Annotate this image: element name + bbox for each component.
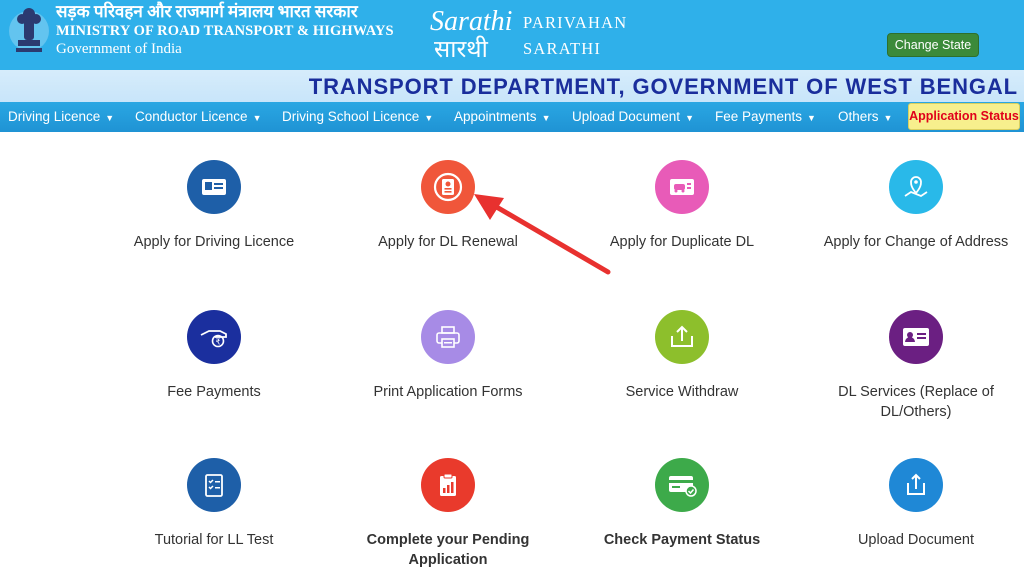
renewal-icon bbox=[433, 172, 463, 202]
tile-icon-circle bbox=[655, 160, 709, 214]
national-emblem-icon bbox=[9, 8, 49, 52]
share-upload-icon bbox=[907, 473, 925, 495]
ministry-english: MINISTRY OF ROAD TRANSPORT & HIGHWAYS bbox=[56, 23, 394, 39]
nav-upload-document[interactable]: Upload Document ▼ bbox=[572, 102, 694, 132]
profile-card-icon bbox=[903, 328, 929, 346]
tile-label: Apply for Change of Address bbox=[823, 234, 1009, 250]
tile-icon-circle bbox=[421, 310, 475, 364]
caret-down-icon: ▼ bbox=[685, 113, 694, 123]
logo-text: Sarathi bbox=[430, 6, 512, 37]
sarathi-logo: Sarathi सारथी bbox=[430, 6, 512, 63]
tile-dl-services[interactable]: DL Services (Replace of DL/Others) bbox=[806, 310, 1024, 422]
tile-label: Service Withdraw bbox=[625, 384, 739, 400]
checklist-icon bbox=[205, 474, 223, 497]
tile-icon-circle bbox=[421, 160, 475, 214]
ministry-hindi: सड़क परिवहन और राजमार्ग मंत्रालय भारत सर… bbox=[56, 2, 358, 21]
caret-down-icon: ▼ bbox=[807, 113, 816, 123]
tile-upload-document[interactable]: Upload Document bbox=[806, 458, 1024, 550]
government-of-india: Government of India bbox=[56, 41, 182, 57]
nav-fee-payments[interactable]: Fee Payments ▼ bbox=[715, 102, 816, 132]
location-icon bbox=[904, 176, 928, 198]
upload-tray-icon bbox=[671, 325, 693, 347]
payment-card-icon bbox=[669, 476, 697, 497]
brand-line2: SARATHI bbox=[523, 39, 602, 58]
tile-icon-circle bbox=[187, 458, 241, 512]
duplicate-dl-icon bbox=[670, 179, 694, 195]
caret-down-icon: ▼ bbox=[252, 113, 262, 123]
nav-label: Fee Payments bbox=[715, 109, 803, 124]
nav-conductor-licence[interactable]: Conductor Licence ▼ bbox=[135, 102, 262, 132]
nav-others[interactable]: Others ▼ bbox=[838, 102, 892, 132]
tile-icon-circle bbox=[655, 310, 709, 364]
tile-icon-circle bbox=[421, 458, 475, 512]
nav-label: Driving School Licence bbox=[282, 109, 420, 124]
application-status-button[interactable]: Application Status bbox=[908, 103, 1020, 130]
tile-icon-circle bbox=[889, 310, 943, 364]
tile-icon-circle: ₹ bbox=[187, 310, 241, 364]
tile-apply-driving-licence[interactable]: Apply for Driving Licence bbox=[104, 160, 324, 252]
tile-label: Apply for Driving Licence bbox=[133, 234, 295, 250]
caret-down-icon: ▼ bbox=[883, 113, 893, 123]
ministry-block: सड़क परिवहन और राजमार्ग मंत्रालय भारत सर… bbox=[56, 3, 394, 58]
tile-label: DL Services (Replace of DL/Others) bbox=[838, 384, 994, 420]
tile-label: Check Payment Status bbox=[603, 532, 761, 548]
tile-icon-circle bbox=[889, 458, 943, 512]
tile-label: Print Application Forms bbox=[373, 384, 523, 400]
tile-label: Tutorial for LL Test bbox=[154, 532, 274, 548]
caret-down-icon: ▼ bbox=[424, 113, 434, 123]
nav-label: Upload Document bbox=[572, 109, 681, 124]
tile-print-application-forms[interactable]: Print Application Forms bbox=[338, 310, 558, 402]
nav-driving-school-licence[interactable]: Driving School Licence ▼ bbox=[282, 102, 433, 132]
tile-label: Upload Document bbox=[857, 532, 975, 548]
printer-icon bbox=[436, 326, 460, 348]
caret-down-icon: ▼ bbox=[105, 113, 115, 123]
tile-service-withdraw[interactable]: Service Withdraw bbox=[572, 310, 792, 402]
id-card-icon bbox=[202, 179, 226, 195]
tile-label: Fee Payments bbox=[167, 384, 261, 400]
department-title: TRANSPORT DEPARTMENT, GOVERNMENT OF WEST… bbox=[308, 74, 1018, 99]
tile-tutorial-ll-test[interactable]: Tutorial for LL Test bbox=[104, 458, 324, 550]
brand-line1: PARIVAHAN bbox=[523, 13, 628, 32]
clipboard-chart-icon bbox=[440, 473, 456, 496]
payment-hand-icon: ₹ bbox=[200, 330, 227, 348]
tile-fee-payments[interactable]: ₹ Fee Payments bbox=[104, 310, 324, 402]
svg-text:₹: ₹ bbox=[215, 338, 220, 347]
tile-check-payment-status[interactable]: Check Payment Status bbox=[572, 458, 792, 550]
nav-label: Appointments bbox=[454, 109, 537, 124]
annotation-arrow-icon bbox=[474, 194, 611, 275]
nav-appointments[interactable]: Appointments ▼ bbox=[454, 102, 550, 132]
tile-icon-circle bbox=[655, 458, 709, 512]
nav-label: Others bbox=[838, 109, 879, 124]
brand-name: PARIVAHAN SARATHI bbox=[523, 10, 627, 62]
nav-label: Conductor Licence bbox=[135, 109, 248, 124]
logo-text-hindi: सारथी bbox=[434, 35, 489, 63]
nav-driving-licence[interactable]: Driving Licence ▼ bbox=[8, 102, 114, 132]
tile-icon-circle bbox=[187, 160, 241, 214]
tile-icon-circle bbox=[889, 160, 943, 214]
tile-apply-change-address[interactable]: Apply for Change of Address bbox=[806, 160, 1024, 252]
tile-complete-pending-application[interactable]: Complete your Pending Application bbox=[338, 458, 558, 570]
nav-label: Driving Licence bbox=[8, 109, 101, 124]
caret-down-icon: ▼ bbox=[541, 113, 551, 123]
tile-label: Complete your Pending Application bbox=[366, 532, 530, 568]
change-state-button[interactable]: Change State bbox=[887, 33, 979, 57]
